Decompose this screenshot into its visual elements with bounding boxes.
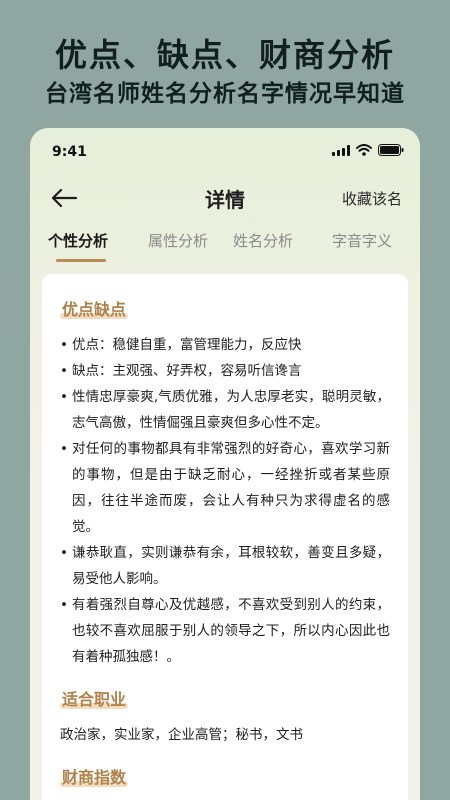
status-bar: 9:41 [30, 128, 420, 176]
list-item: 优点：稳健自重，富管理能力，反应快 [60, 332, 390, 358]
list-item: 有着强烈自尊心及优越感，不喜欢受到别人的约束，也较不喜欢屈服于别人的领导之下，所… [60, 592, 390, 670]
promo-subtitle: 台湾名师姓名分析名字情况早知道 [45, 81, 405, 107]
tab-pronunciation[interactable]: 字音字义 [332, 230, 392, 251]
collect-name-button[interactable]: 收藏该名 [342, 188, 402, 209]
content-card: 优点缺点 优点：稳健自重，富管理能力，反应快 缺点：主观强、好弄权，容易听信谗言… [42, 274, 408, 800]
career-text: 政治家，实业家，企业高管；秘书，文书 [60, 727, 303, 743]
tab-bar: 个性分析 属性分析 姓名分析 字音字义 [30, 224, 420, 264]
promo-header: 优点、缺点、财商分析 台湾名师姓名分析名字情况早知道 [0, 0, 450, 120]
list-item: 对任何的事物都具有非常强烈的好奇心，喜欢学习新的事物，但是由于缺乏耐心，一经挫折… [60, 436, 390, 540]
section-title-traits: 优点缺点 [60, 296, 129, 320]
promo-title: 优点、缺点、财商分析 [54, 36, 395, 74]
battery-icon [378, 144, 404, 156]
section-title-career: 适合职业 [60, 686, 129, 710]
list-item: 性情忠厚豪爽,气质优雅，为人忠厚老实，聪明灵敏，志气高傲，性情倔强且豪爽但多心性… [60, 384, 390, 436]
back-arrow-icon[interactable] [50, 186, 78, 210]
signal-icon [332, 144, 350, 156]
list-item: 谦恭耿直，实则谦恭有余，耳根较软，善变且多疑，易受他人影响。 [60, 540, 390, 592]
trait-list: 优点：稳健自重，富管理能力，反应快 缺点：主观强、好弄权，容易听信谗言 性情忠厚… [60, 332, 390, 670]
nav-bar: 详情 收藏该名 [30, 176, 420, 220]
wifi-icon [356, 144, 372, 156]
active-tab-indicator [56, 259, 106, 262]
tab-personality[interactable]: 个性分析 [48, 230, 108, 251]
phone-screen: 9:41 详情 收藏该名 个性分析 属性分析 姓名分析 字音字义 优点缺点 • … [30, 128, 420, 800]
status-time: 9:41 [52, 144, 87, 160]
list-item: 缺点：主观强、好弄权，容易听信谗言 [60, 358, 390, 384]
status-icons [332, 144, 404, 156]
tab-name-analysis[interactable]: 姓名分析 [233, 230, 293, 251]
tab-attributes[interactable]: 属性分析 [148, 230, 208, 251]
section-title-finance: 财商指数 [60, 764, 129, 788]
